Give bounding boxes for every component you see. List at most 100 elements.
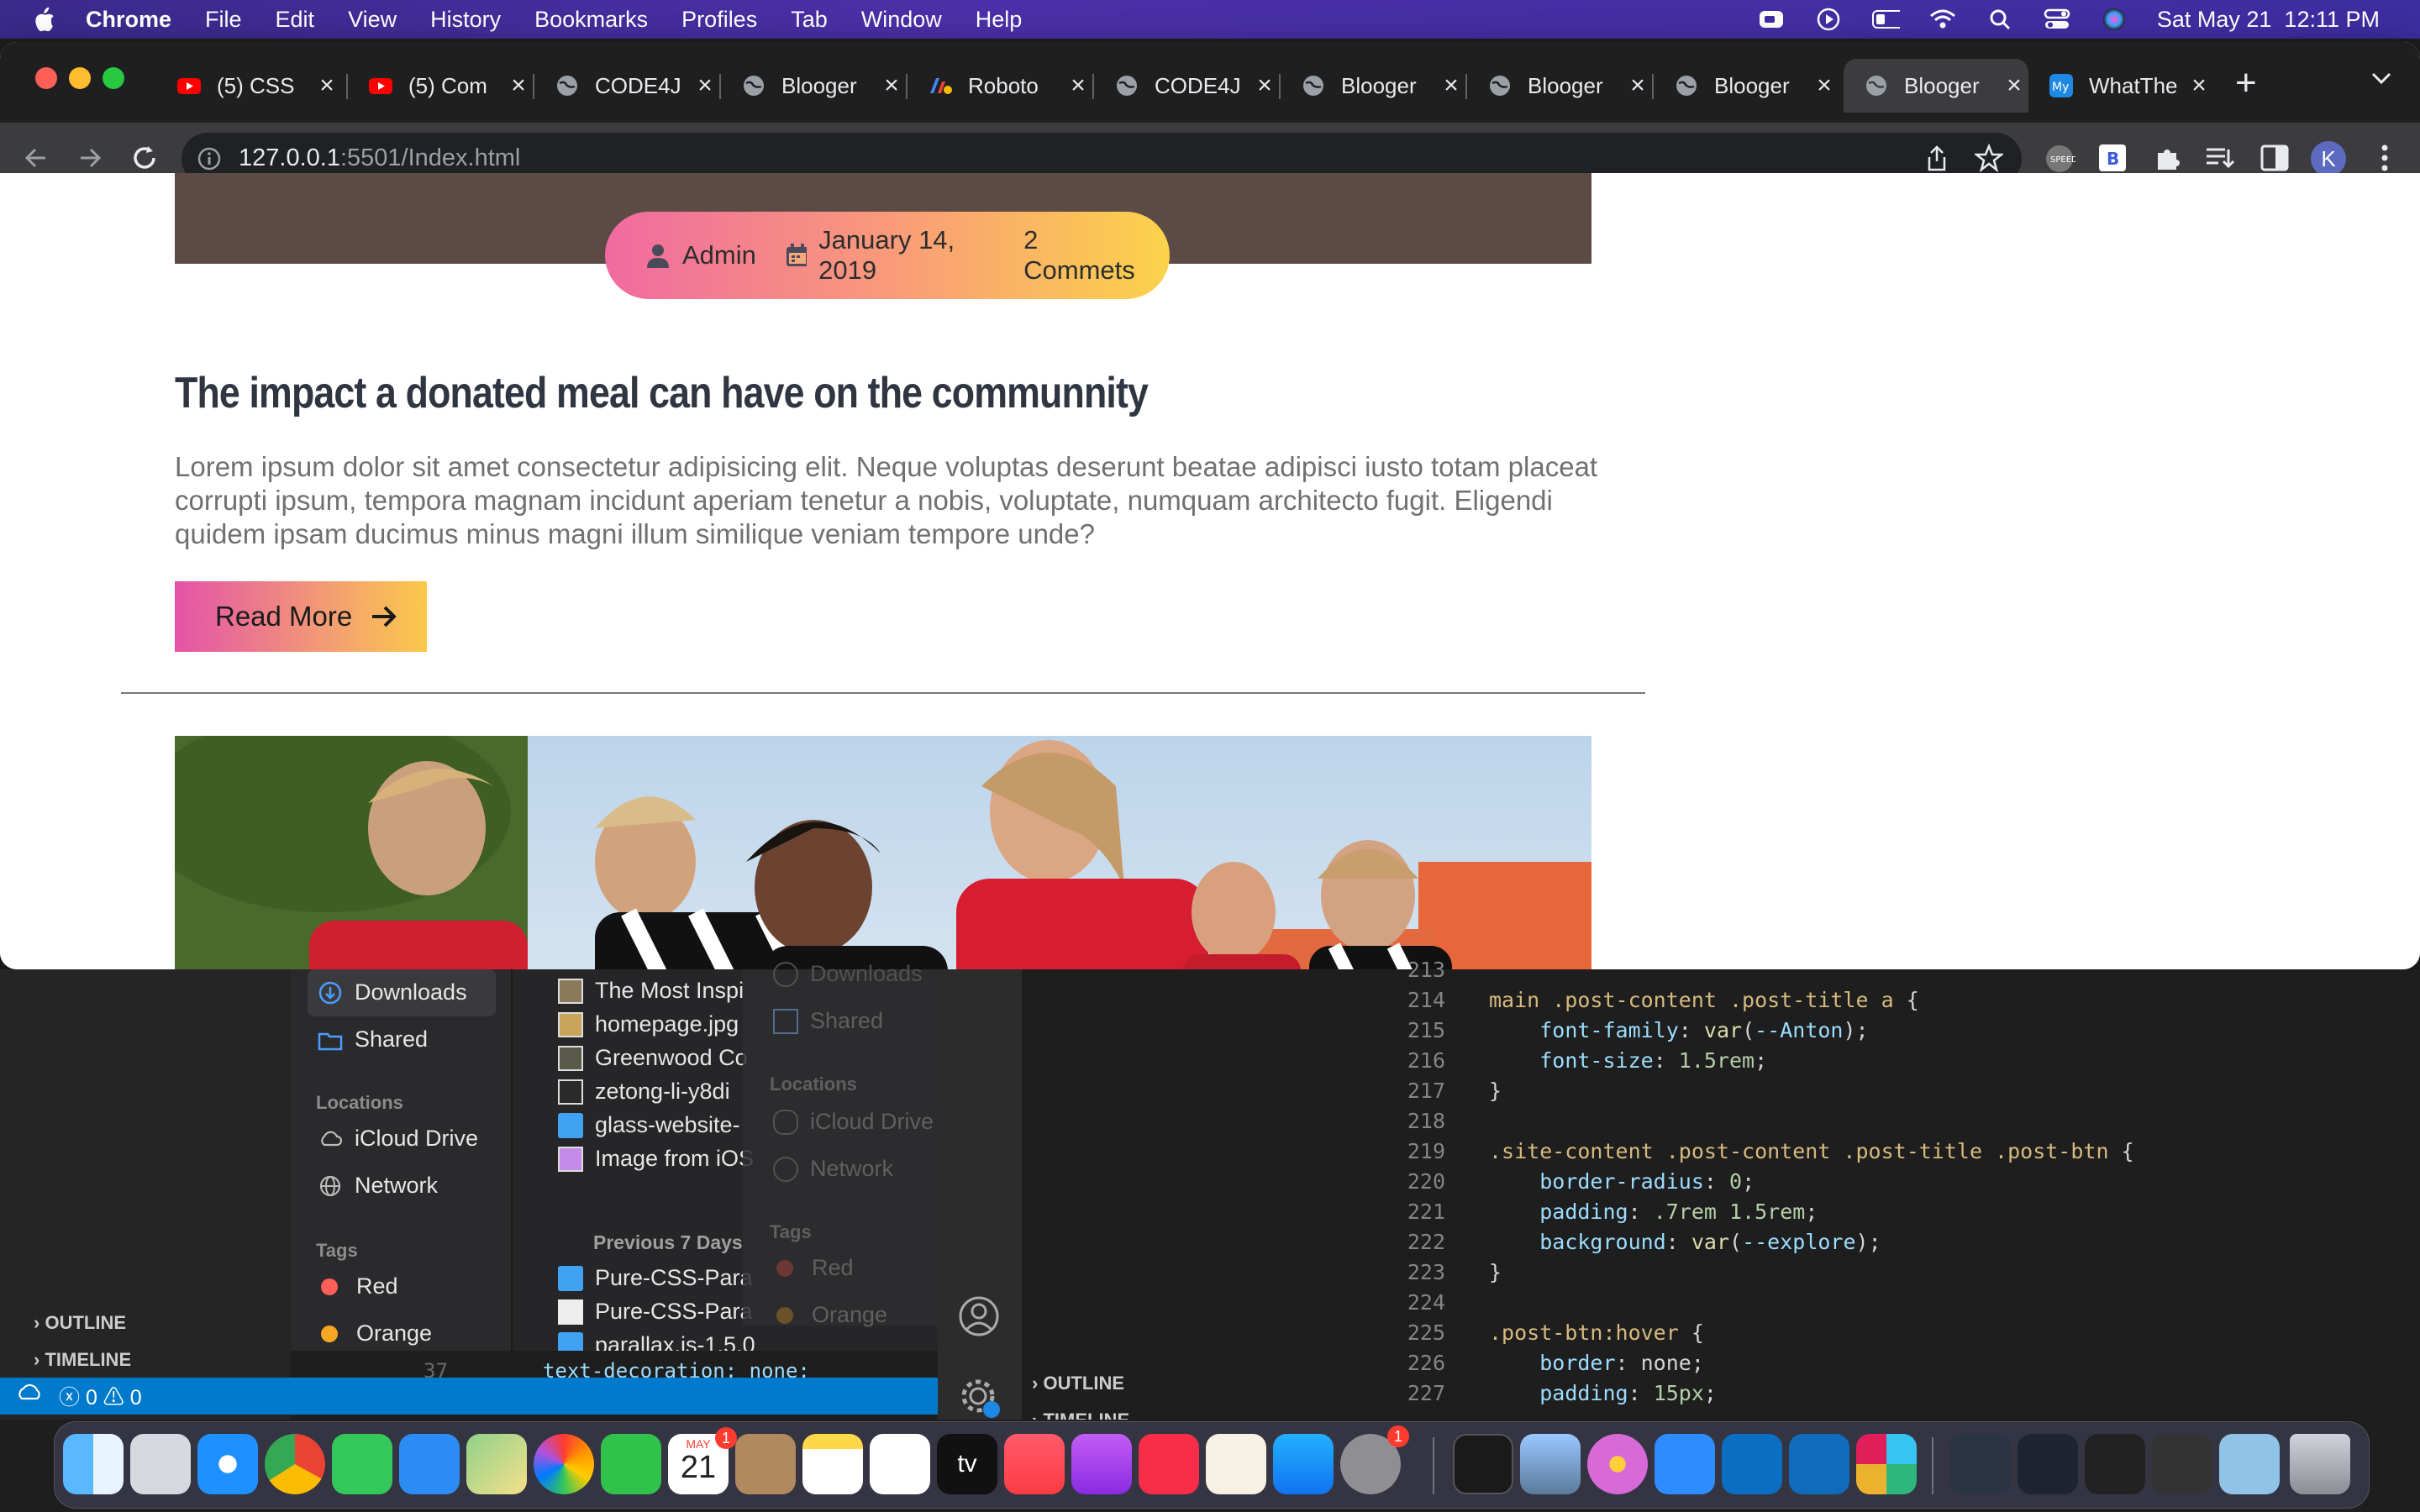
extension-b-icon[interactable]: B <box>2099 144 2126 176</box>
timeline-section[interactable]: › TIMELINE <box>34 1349 131 1371</box>
file-item[interactable]: homepage.jpg <box>558 1011 739 1037</box>
tab-blooger-1[interactable]: Blooger × <box>721 59 906 113</box>
account-icon[interactable] <box>958 1295 1000 1341</box>
outlook-app-icon[interactable] <box>1789 1434 1849 1494</box>
profile-avatar[interactable]: K <box>2311 141 2346 176</box>
bookmark-star-icon[interactable] <box>1973 143 2005 176</box>
menu-view[interactable]: View <box>348 7 397 33</box>
flower-app-icon[interactable] <box>1587 1434 1648 1494</box>
menu-help[interactable]: Help <box>976 7 1023 33</box>
apple-icon[interactable] <box>32 6 57 33</box>
notes-app-icon[interactable] <box>802 1434 863 1494</box>
tab-close-icon[interactable]: × <box>1437 71 1465 100</box>
code-editor[interactable]: 213 214 main .post-content .post-title a {… <box>1378 958 2420 1420</box>
tab-close-icon[interactable]: × <box>504 71 533 100</box>
tab-blooger-4[interactable]: Blooger × <box>1654 59 1839 113</box>
menu-file[interactable]: File <box>205 7 242 33</box>
remote-sync-icon[interactable] <box>17 1383 42 1410</box>
file-item[interactable]: glass-website- <box>558 1112 740 1138</box>
chrome-menu-icon[interactable] <box>2380 143 2390 177</box>
zoom-status-icon[interactable] <box>1757 8 1786 31</box>
minimized-window-3[interactable] <box>2085 1434 2145 1494</box>
file-item[interactable]: Greenwood Co <box>558 1045 748 1071</box>
file-item[interactable]: Image from iOS <box>558 1146 754 1172</box>
tab-youtube-css[interactable]: (5) CSS × <box>156 59 341 113</box>
maximize-window-button[interactable] <box>103 67 124 89</box>
menu-profiles[interactable]: Profiles <box>681 7 757 33</box>
finder-app-icon[interactable] <box>63 1434 124 1494</box>
menu-history[interactable]: History <box>430 7 501 33</box>
close-window-button[interactable] <box>35 67 57 89</box>
slack-app-icon[interactable] <box>1856 1434 1917 1494</box>
forward-arrow-icon[interactable] <box>76 143 106 177</box>
reminders-app-icon[interactable] <box>870 1434 930 1494</box>
wifi-icon[interactable] <box>1928 8 1957 31</box>
messages-app-icon[interactable] <box>332 1434 392 1494</box>
site-info-icon[interactable] <box>197 146 222 176</box>
menu-window[interactable]: Window <box>861 7 942 33</box>
finder-tag-orange[interactable]: Orange <box>321 1320 432 1347</box>
new-tab-button[interactable]: + <box>2235 62 2257 104</box>
menubar-clock[interactable]: Sat May 21 12:11 PM <box>2157 7 2380 33</box>
menu-tab[interactable]: Tab <box>791 7 828 33</box>
tab-close-icon[interactable]: × <box>2000 71 2028 100</box>
tab-code4j[interactable]: CODE4J × <box>534 59 719 113</box>
apple-tv-app-icon[interactable]: tv <box>937 1434 997 1494</box>
tab-close-icon[interactable]: × <box>1064 71 1092 100</box>
menu-edit[interactable]: Edit <box>276 7 315 33</box>
post-title[interactable]: The impact a donated meal can have on th… <box>175 368 1149 418</box>
mail-app-icon[interactable] <box>399 1434 460 1494</box>
facetime-app-icon[interactable] <box>601 1434 661 1494</box>
finder-icloud[interactable]: iCloud Drive <box>318 1126 478 1152</box>
side-panel-icon[interactable] <box>2260 144 2289 176</box>
meta-comments[interactable]: 2 Commets <box>1023 225 1141 286</box>
podcasts-app-icon[interactable] <box>1071 1434 1132 1494</box>
back-arrow-icon[interactable] <box>20 143 50 177</box>
pages-app-icon[interactable] <box>1206 1434 1266 1494</box>
launchpad-app-icon[interactable] <box>130 1434 191 1494</box>
tab-close-icon[interactable]: × <box>877 71 906 100</box>
preview-app-icon[interactable] <box>1520 1434 1581 1494</box>
safari-app-icon[interactable] <box>197 1434 258 1494</box>
reading-list-icon[interactable] <box>2205 144 2235 176</box>
timeline-section-2[interactable]: › TIMELINE <box>1032 1410 1129 1420</box>
file-item[interactable]: The Most Inspi <box>558 978 744 1004</box>
tab-close-icon[interactable]: × <box>1810 71 1839 100</box>
finder-downloads[interactable]: Downloads <box>318 979 467 1005</box>
tab-close-icon[interactable]: × <box>313 71 341 100</box>
reload-icon[interactable] <box>129 143 160 177</box>
extensions-puzzle-icon[interactable] <box>2153 143 2183 177</box>
zoom-app-icon[interactable] <box>1655 1434 1715 1494</box>
file-item[interactable]: parallax.js-1.5.0 <box>558 1332 755 1351</box>
tab-whatthefont[interactable]: My WhatThe × <box>2028 59 2213 113</box>
problems-count[interactable]: ⓧ 0 ⚠ 0 <box>59 1381 142 1411</box>
battery-icon[interactable] <box>1871 8 1900 31</box>
outline-section-2[interactable]: › OUTLINE <box>1032 1373 1124 1394</box>
tab-roboto[interactable]: Roboto × <box>908 59 1092 113</box>
tab-blooger-3[interactable]: Blooger × <box>1467 59 1652 113</box>
tab-close-icon[interactable]: × <box>691 71 719 100</box>
tab-close-icon[interactable]: × <box>1623 71 1652 100</box>
minimized-window-2[interactable] <box>2018 1434 2078 1494</box>
read-more-button[interactable]: Read More <box>175 581 427 652</box>
terminal-app-icon[interactable] <box>1453 1434 1513 1494</box>
control-center-icon[interactable] <box>2043 8 2071 31</box>
outline-section[interactable]: › OUTLINE <box>34 1312 126 1334</box>
minimized-window-5[interactable] <box>2219 1434 2280 1494</box>
spotlight-search-icon[interactable] <box>1986 8 2014 31</box>
siri-icon[interactable] <box>2100 8 2128 31</box>
vscode-app-icon[interactable] <box>1722 1434 1782 1494</box>
music-app-icon[interactable] <box>1004 1434 1065 1494</box>
minimized-window-4[interactable] <box>2152 1434 2212 1494</box>
minimize-window-button[interactable] <box>69 67 91 89</box>
photos-app-icon[interactable] <box>534 1434 594 1494</box>
tab-close-icon[interactable]: × <box>1250 71 1279 100</box>
menu-app-name[interactable]: Chrome <box>86 7 171 33</box>
news-app-icon[interactable] <box>1139 1434 1199 1494</box>
url-text[interactable]: 127.0.0.1:5501/Index.html <box>239 144 520 172</box>
settings-gear-icon[interactable] <box>958 1376 1002 1424</box>
trash-icon[interactable] <box>2290 1434 2350 1494</box>
finder-network[interactable]: Network <box>318 1173 438 1199</box>
file-item[interactable]: Pure-CSS-Para <box>558 1265 753 1291</box>
chrome-app-icon[interactable] <box>265 1434 325 1494</box>
